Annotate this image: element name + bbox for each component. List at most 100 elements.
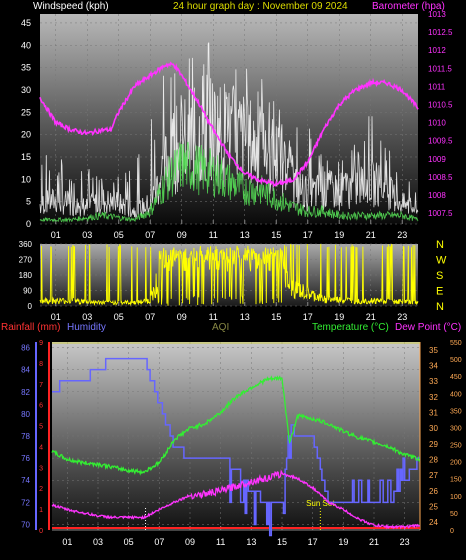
x-tick-label: 09 — [185, 537, 195, 547]
x-tick-label: 15 — [271, 312, 281, 322]
temp-tick-label: 26 — [429, 487, 438, 496]
y2-tick-label: 1008.5 — [428, 173, 453, 182]
rain-tick-label: 0 — [39, 528, 43, 535]
temp-tick-label: 35 — [429, 346, 438, 355]
aqi-tick-label: 200 — [450, 460, 462, 467]
wind-barometer-chart: Windspeed (kph) 24 hour graph day : Nove… — [21, 1, 453, 240]
y2-tick-label: 1008 — [428, 191, 446, 200]
x-tick-label: 23 — [397, 312, 407, 322]
temp-tick-label: 25 — [429, 503, 438, 512]
temp-tick-label: 27 — [429, 471, 438, 480]
x-tick-label: 03 — [93, 537, 103, 547]
y2-tick-label: 1009.5 — [428, 137, 453, 146]
y2-tick-label: 1010.5 — [428, 101, 453, 110]
x-tick-label: 07 — [145, 230, 155, 240]
x-tick-label: 19 — [338, 537, 348, 547]
y2-tick-label: 1012.5 — [428, 28, 453, 37]
temp-tick-label: 28 — [429, 456, 438, 465]
y-tick-label: 30 — [21, 85, 31, 95]
y-tick-label: 20 — [21, 130, 31, 140]
x-tick-label: 19 — [334, 230, 344, 240]
aqi-tick-label: 250 — [450, 443, 462, 450]
x-tick-label: 03 — [82, 312, 92, 322]
direction-tick-label: 90 — [23, 287, 32, 296]
y-tick-label: 0 — [26, 219, 31, 229]
x-tick-label: 01 — [62, 537, 72, 547]
humidity-tick-label: 70 — [21, 520, 30, 529]
humidity-tick-label: 82 — [21, 388, 30, 397]
y-tick-label: 15 — [21, 152, 31, 162]
humidity-label: Humidity — [67, 322, 106, 333]
direction-tick-label: 180 — [19, 271, 33, 280]
temperature-label: Temperature (°C) — [312, 322, 389, 333]
temp-tick-label: 31 — [429, 409, 438, 418]
windspeed-axis-label: Windspeed (kph) — [33, 1, 109, 12]
x-tick-label: 11 — [209, 230, 218, 240]
x-tick-label: 17 — [303, 312, 313, 322]
y-tick-label: 40 — [21, 40, 31, 50]
humidity-tick-label: 76 — [21, 454, 30, 463]
aqi-tick-label: 150 — [450, 477, 462, 484]
y-tick-label: 45 — [21, 18, 31, 28]
chart-title: 24 hour graph day : November 09 2024 — [173, 1, 348, 12]
y-tick-label: 25 — [21, 107, 31, 117]
rain-tick-label: 9 — [39, 340, 43, 347]
aqi-label: AQI — [212, 322, 229, 333]
compass-label: W — [436, 255, 447, 267]
x-tick-label: 17 — [308, 537, 318, 547]
aqi-tick-label: 550 — [450, 340, 462, 347]
x-tick-label: 13 — [240, 312, 250, 322]
compass-label: N — [436, 301, 444, 313]
rain-tick-label: 7 — [39, 382, 43, 389]
x-tick-label: 05 — [114, 312, 124, 322]
humidity-tick-label: 80 — [21, 410, 30, 419]
y-tick-label: 5 — [26, 197, 31, 207]
x-tick-label: 05 — [114, 230, 124, 240]
x-tick-label: 11 — [216, 537, 225, 547]
y-tick-label: 10 — [21, 174, 31, 184]
temp-humidity-chart: Rainfall (mm) Humidity AQI Temperature (… — [1, 322, 462, 547]
rain-tick-label: 3 — [39, 465, 43, 472]
temp-tick-label: 34 — [429, 362, 438, 371]
wind-direction-chart: 090180270360 NWSEN01 03 05 07 09 11 13 15 17 19 21 2… — [19, 239, 447, 322]
y-tick-label: 35 — [21, 63, 31, 73]
x-tick-label: 19 — [334, 312, 344, 322]
humidity-tick-label: 72 — [21, 498, 30, 507]
x-tick-label: 21 — [366, 312, 376, 322]
x-tick-label: 23 — [400, 537, 410, 547]
x-tick-label: 03 — [82, 230, 92, 240]
aqi-tick-label: 400 — [450, 391, 462, 398]
temp-tick-label: 32 — [429, 393, 438, 402]
rain-tick-label: 4 — [39, 444, 43, 451]
dewpoint-label: Dew Point (°C) — [395, 322, 461, 333]
weather-graphs-svg: Windspeed (kph) 24 hour graph day : Nove… — [1, 1, 462, 547]
rain-tick-label: 2 — [39, 486, 43, 493]
x-tick-label: 21 — [366, 230, 376, 240]
rain-tick-label: 6 — [39, 403, 43, 410]
humidity-tick-label: 84 — [21, 366, 30, 375]
rainfall-label: Rainfall (mm) — [1, 322, 60, 333]
direction-tick-label: 360 — [19, 240, 33, 249]
temp-tick-label: 30 — [429, 424, 438, 433]
y2-tick-label: 1011.5 — [428, 64, 452, 73]
aqi-tick-label: 300 — [450, 425, 462, 432]
humidity-tick-label: 74 — [21, 476, 30, 485]
compass-label: S — [436, 270, 443, 282]
x-tick-label: 15 — [277, 537, 287, 547]
x-tick-label: 01 — [51, 312, 61, 322]
y2-tick-label: 1010 — [428, 119, 446, 128]
x-tick-label: 07 — [145, 312, 155, 322]
rain-tick-label: 1 — [39, 507, 43, 514]
x-tick-label: 13 — [246, 537, 256, 547]
x-tick-label: 17 — [303, 230, 313, 240]
x-tick-label: 13 — [240, 230, 250, 240]
y2-tick-label: 1007.5 — [428, 209, 453, 218]
y2-tick-label: 1013 — [428, 10, 446, 19]
y2-tick-label: 1012 — [428, 46, 446, 55]
x-tick-label: 21 — [369, 537, 379, 547]
humidity-tick-label: 78 — [21, 432, 30, 441]
x-tick-label: 09 — [177, 230, 187, 240]
x-tick-label: 05 — [124, 537, 134, 547]
aqi-tick-label: 350 — [450, 408, 462, 415]
direction-tick-label: 0 — [28, 302, 33, 311]
